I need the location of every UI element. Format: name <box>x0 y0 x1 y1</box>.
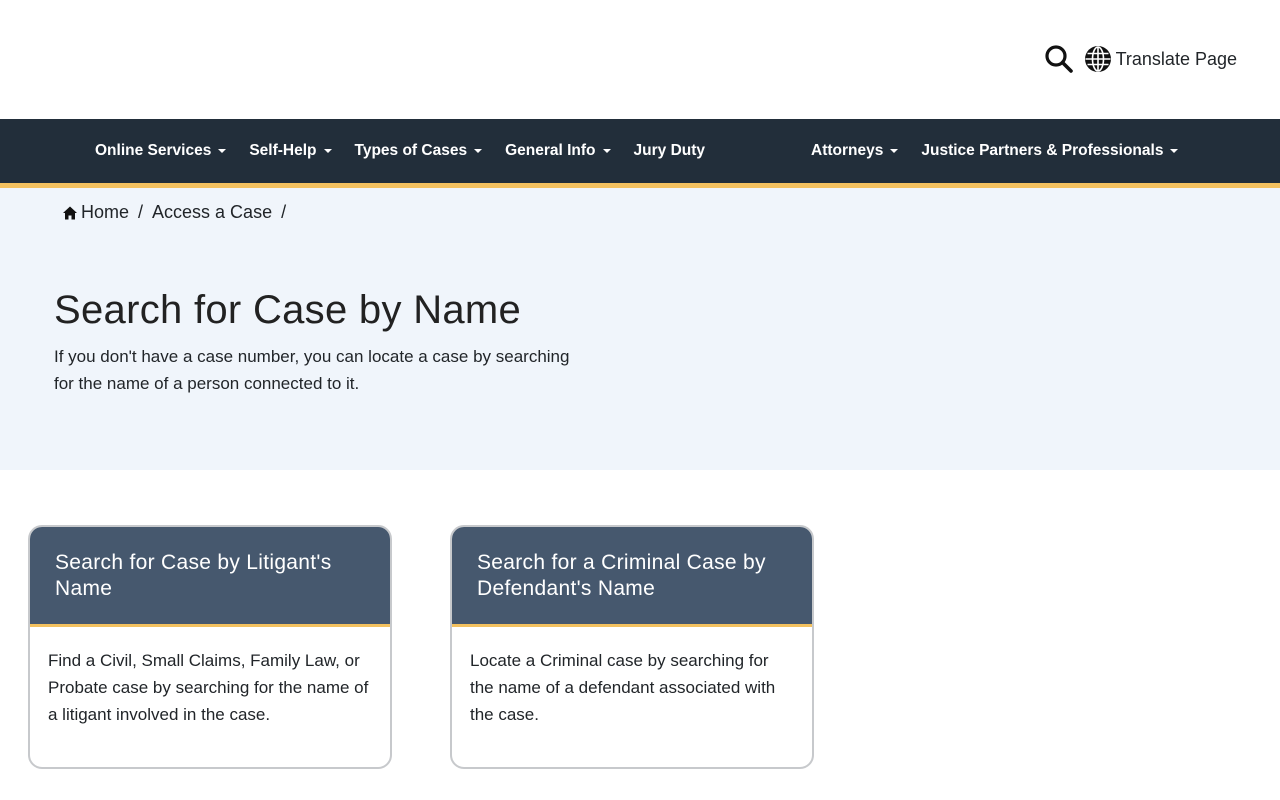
nav-label: General Info <box>505 142 596 159</box>
translate-label: Translate Page <box>1115 48 1237 69</box>
caret-down-icon <box>1170 149 1179 153</box>
nav-label: Justice Partners & Professionals <box>921 142 1164 159</box>
card-title: Search for a Criminal Case by Defendant'… <box>477 551 766 600</box>
translate-button[interactable]: Translate Page <box>1084 45 1237 73</box>
card-litigant-search[interactable]: Search for Case by Litigant's Name Find … <box>28 525 392 769</box>
nav-general-info[interactable]: General Info <box>505 142 611 160</box>
page-title: Search for Case by Name <box>54 288 522 332</box>
breadcrumb-separator: / <box>281 202 287 222</box>
page-hero: Home / Access a Case / Search for Case b… <box>0 188 1280 470</box>
card-defendant-search[interactable]: Search for a Criminal Case by Defendant'… <box>450 525 814 769</box>
breadcrumb-separator: / <box>138 202 144 222</box>
breadcrumb: Home / Access a Case / <box>62 202 295 223</box>
caret-down-icon <box>323 149 332 153</box>
site-header: Translate Page <box>0 0 1280 119</box>
caret-down-icon <box>602 149 611 153</box>
nav-types-of-cases[interactable]: Types of Cases <box>355 142 483 160</box>
nav-label: Jury Duty <box>633 142 706 159</box>
card-body: Locate a Criminal case by searching for … <box>470 651 776 724</box>
nav-right-group: Attorneys Justice Partners & Professiona… <box>811 119 1179 183</box>
search-icon <box>1044 45 1073 73</box>
nav-justice-partners[interactable]: Justice Partners & Professionals <box>921 142 1179 160</box>
card-header: Search for Case by Litigant's Name <box>30 527 390 627</box>
nav-attorneys[interactable]: Attorneys <box>811 142 899 160</box>
main-navigation: Online Services Self-Help Types of Cases… <box>0 119 1280 188</box>
card-list: Search for Case by Litigant's Name Find … <box>0 470 1280 800</box>
nav-label: Self-Help <box>249 142 317 159</box>
search-button[interactable] <box>1044 44 1074 74</box>
breadcrumb-home[interactable]: Home <box>81 202 129 223</box>
breadcrumb-access-a-case[interactable]: Access a Case <box>152 202 272 223</box>
nav-online-services[interactable]: Online Services <box>95 142 227 160</box>
card-body: Find a Civil, Small Claims, Family Law, … <box>48 651 369 724</box>
nav-left-group: Online Services Self-Help Types of Cases… <box>95 119 705 183</box>
nav-label: Types of Cases <box>354 142 468 159</box>
caret-down-icon <box>474 149 483 153</box>
home-icon <box>62 205 78 221</box>
header-utilities: Translate Page <box>1044 44 1237 74</box>
caret-down-icon <box>218 149 227 153</box>
nav-jury-duty[interactable]: Jury Duty <box>634 142 706 160</box>
nav-label: Attorneys <box>811 142 884 159</box>
card-header: Search for a Criminal Case by Defendant'… <box>452 527 812 627</box>
page-description: If you don't have a case number, you can… <box>54 347 570 393</box>
card-title: Search for Case by Litigant's Name <box>55 551 332 600</box>
caret-down-icon <box>890 149 899 153</box>
globe-icon <box>1084 45 1112 73</box>
nav-label: Online Services <box>95 142 212 159</box>
nav-self-help[interactable]: Self-Help <box>249 142 332 160</box>
